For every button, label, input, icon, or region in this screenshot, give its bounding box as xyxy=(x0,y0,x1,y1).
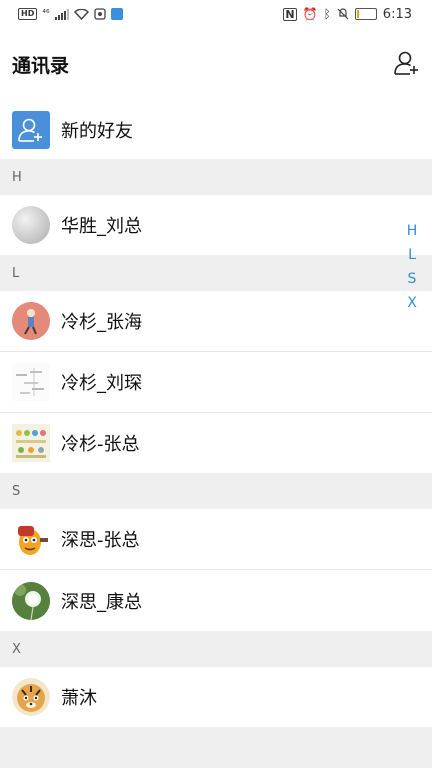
signal-icon xyxy=(54,8,69,20)
contact-row[interactable]: 深思-张总 xyxy=(0,509,432,569)
mute-icon xyxy=(337,8,349,20)
app-notification-blue-icon xyxy=(110,8,123,20)
avatar xyxy=(12,424,50,462)
section-header-h: H xyxy=(0,159,432,195)
contact-name: 冷杉_刘琛 xyxy=(61,373,142,394)
contact-row[interactable]: 冷杉-张总 xyxy=(0,413,432,473)
battery-icon xyxy=(354,8,377,20)
section-header-l: L xyxy=(0,255,432,291)
contact-name: 华胜_刘总 xyxy=(61,216,142,237)
avatar xyxy=(12,302,50,340)
section-letter: H xyxy=(12,169,22,185)
avatar xyxy=(12,678,50,716)
page-title: 通讯录 xyxy=(12,54,70,77)
section-letter: L xyxy=(12,265,20,281)
new-friends-row[interactable]: 新的好友 xyxy=(0,100,432,159)
avatar xyxy=(12,520,50,558)
index-letter-x[interactable]: X xyxy=(407,291,417,315)
contact-name: 萧沐 xyxy=(61,688,97,709)
contact-row[interactable]: 冷杉_张海 xyxy=(0,291,432,351)
add-friend-icon xyxy=(12,110,50,149)
section-header-s: S xyxy=(0,473,432,509)
avatar xyxy=(12,581,50,620)
contact-name: 冷杉_张海 xyxy=(61,312,142,333)
contact-row[interactable]: 冷杉_刘琛 xyxy=(0,352,432,412)
index-letter-l[interactable]: L xyxy=(408,243,416,267)
nfc-icon: N xyxy=(283,7,297,21)
contact-name: 深思_康总 xyxy=(61,591,142,613)
contact-row[interactable]: 华胜_刘总 xyxy=(0,195,432,255)
status-bar: HD ⁴⁶ N ⏰ ᛒ 6:13 xyxy=(0,0,432,28)
add-contact-icon[interactable] xyxy=(394,50,420,76)
index-letter-h[interactable]: H xyxy=(407,219,418,243)
alphabet-index[interactable]: H L S X xyxy=(405,219,419,315)
app-notification-icon xyxy=(93,8,106,20)
contact-row[interactable]: 萧沐 xyxy=(0,667,432,727)
avatar xyxy=(12,363,50,401)
app-header: 通讯录 xyxy=(0,28,432,100)
clock: 6:13 xyxy=(382,6,412,22)
network-type: ⁴⁶ xyxy=(42,9,50,19)
contact-row[interactable]: 深思_康总 xyxy=(0,570,432,631)
section-letter: X xyxy=(12,641,21,657)
index-letter-s[interactable]: S xyxy=(408,267,417,291)
section-header-x: X xyxy=(0,631,432,667)
hd-badge: HD xyxy=(18,8,38,20)
wifi-icon xyxy=(73,8,89,20)
contact-name: 冷杉-张总 xyxy=(61,434,140,455)
avatar xyxy=(12,206,50,244)
alarm-icon: ⏰ xyxy=(302,7,318,21)
bluetooth-icon: ᛒ xyxy=(323,7,331,21)
new-friends-label: 新的好友 xyxy=(61,120,133,142)
section-letter: S xyxy=(12,483,21,499)
contact-name: 深思-张总 xyxy=(61,530,140,551)
